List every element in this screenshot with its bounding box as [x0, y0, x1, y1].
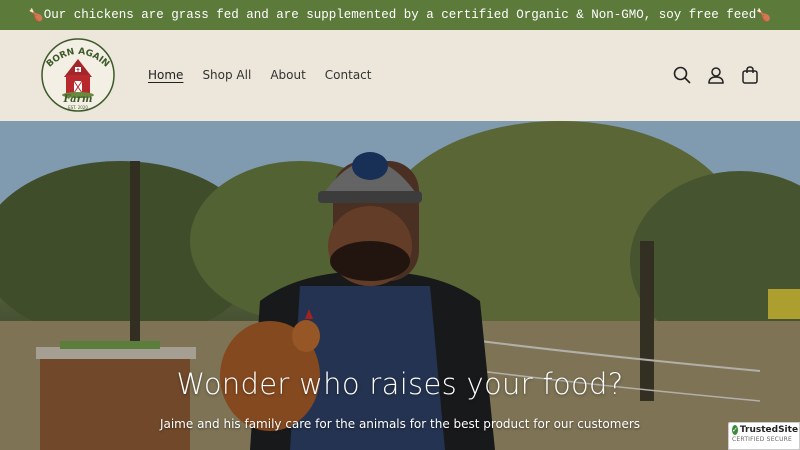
trustedsite-badge[interactable]: ✓ TrustedSite CERTIFIED SECURE — [728, 422, 800, 450]
search-icon[interactable] — [672, 65, 692, 85]
announcement-bar: 🍗 Our chickens are grass fed and are sup… — [0, 0, 800, 30]
chicken-leg-icon: 🍗 — [756, 8, 772, 23]
account-icon[interactable] — [706, 65, 726, 85]
cart-icon[interactable] — [740, 65, 760, 85]
nav-link-contact[interactable]: Contact — [325, 68, 372, 82]
nav-link-about[interactable]: About — [270, 68, 305, 82]
born-again-farm-logo[interactable]: BORN AGAIN Farm EST. 2020 — [40, 37, 116, 113]
trusted-badge-tagline: CERTIFIED SECURE — [732, 436, 793, 443]
announcement-text: Our chickens are grass fed and are suppl… — [43, 8, 757, 22]
hero-title: Wonder who raises your food? — [176, 367, 624, 401]
nav-link-home[interactable]: Home — [148, 68, 183, 82]
chicken-leg-icon: 🍗 — [28, 8, 44, 23]
check-icon: ✓ — [732, 425, 738, 435]
trusted-badge-name: TrustedSite — [739, 425, 799, 435]
nav-link-shop-all[interactable]: Shop All — [202, 68, 251, 82]
hero-banner: Wonder who raises your food? Jaime and h… — [0, 121, 800, 450]
header-icons — [672, 65, 760, 85]
site-header: BORN AGAIN Farm EST. 2020 Home Shop All … — [0, 30, 800, 121]
main-nav: Home Shop All About Contact — [148, 68, 390, 82]
logo-text-farm: Farm — [63, 94, 93, 105]
logo-text-est: EST. 2020 — [68, 105, 88, 110]
hero-subtitle: Jaime and his family care for the animal… — [159, 417, 641, 431]
